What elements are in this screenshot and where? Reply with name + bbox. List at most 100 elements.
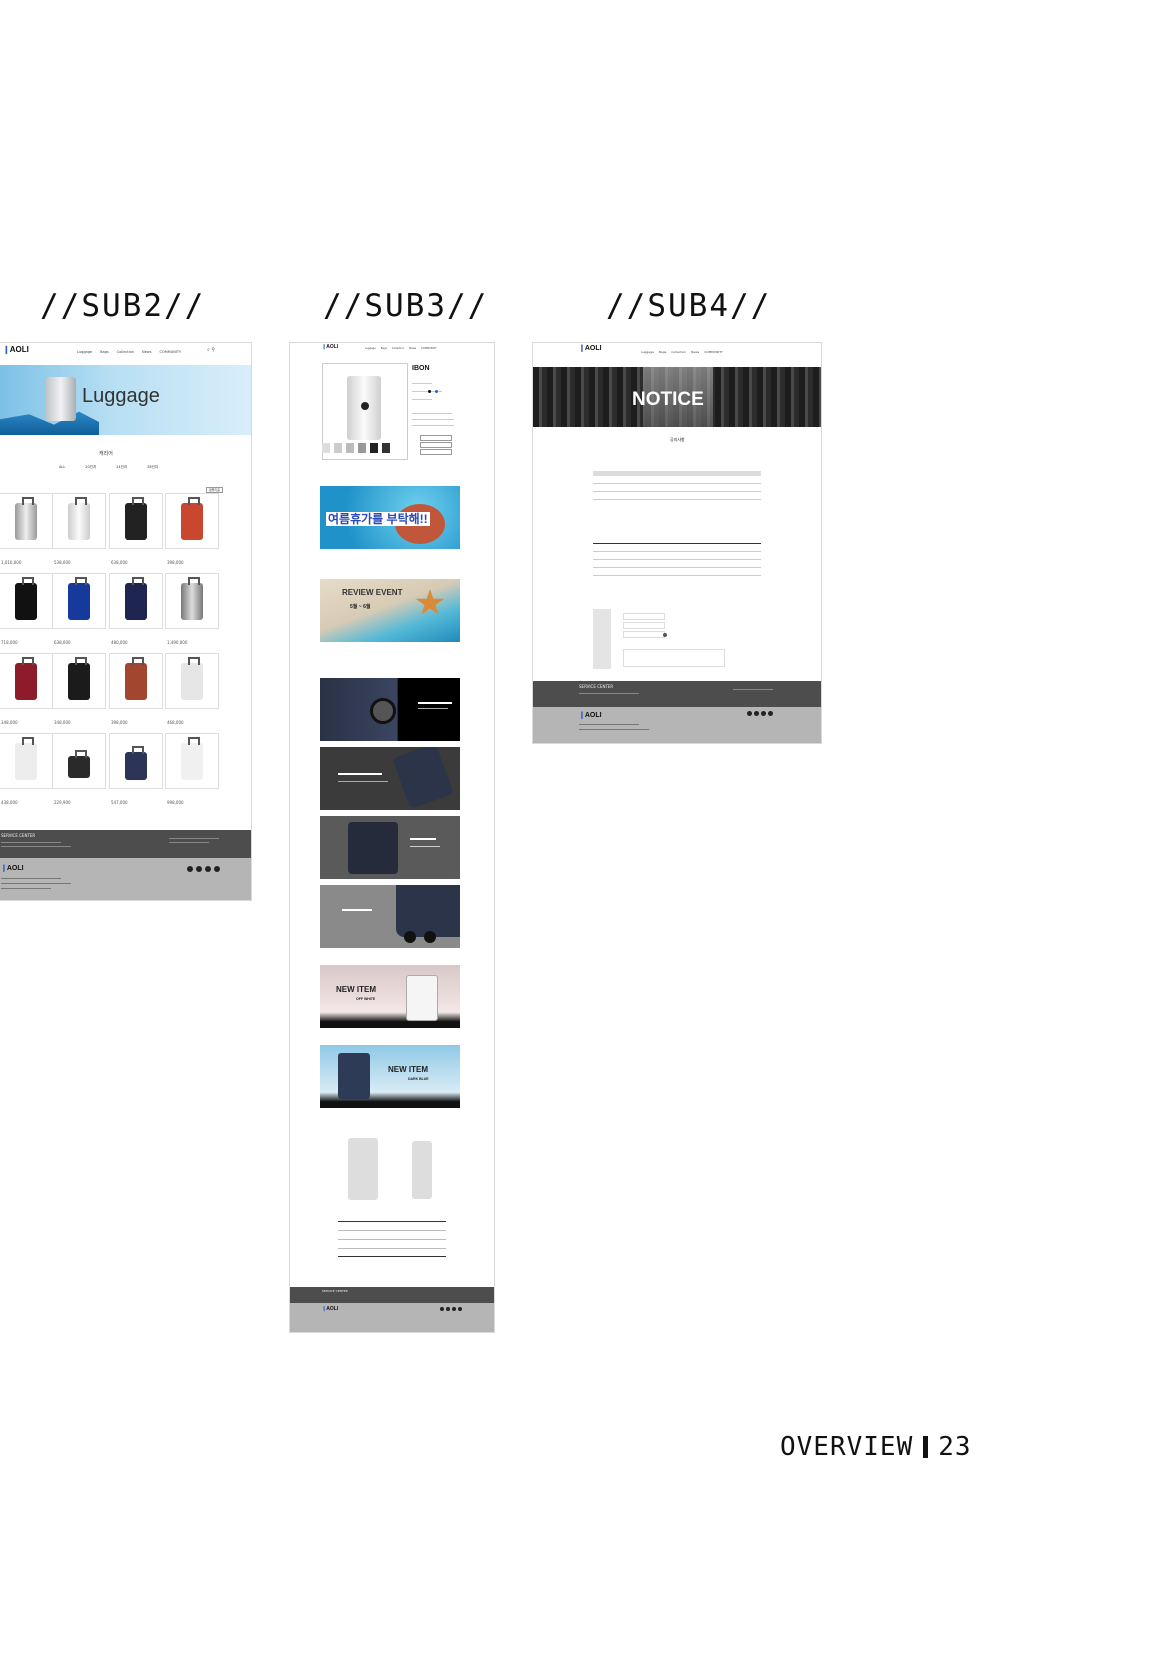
product-card[interactable] [109,733,163,789]
filter-tab[interactable]: 28인치 [147,465,158,470]
filter-tab[interactable]: ALL [59,465,65,470]
price: 348,000 [54,720,71,725]
price: 547,000 [111,800,128,805]
price: 468,000 [167,720,184,725]
product-card[interactable] [165,653,219,709]
price: 638,000 [111,560,128,565]
product-card[interactable] [52,493,106,549]
thumbnail[interactable] [322,443,330,453]
thumbnail[interactable] [382,443,390,453]
nav-item[interactable]: Luggage [77,350,92,354]
product-card[interactable] [0,573,53,629]
product-card[interactable] [165,733,219,789]
sub3-label: //SUB3// [323,288,489,324]
product-card[interactable] [0,493,53,549]
color-swatch[interactable] [428,390,431,393]
category-title: 캐리어 [99,451,113,457]
board-title: 공지사항 [670,437,685,442]
color-swatch[interactable] [435,390,438,393]
sub4-label: //SUB4// [606,288,772,324]
price: 480,000 [111,640,128,645]
sub2-footer-bottom: ❙AOLI [0,858,251,900]
search-icon[interactable]: ⌕ ⚲ [207,347,215,353]
page-number: 23 [938,1432,972,1462]
banner-detail-3 [320,816,460,879]
product-card[interactable] [109,653,163,709]
sub3-footer-bottom: ❙AOLI [290,1303,494,1332]
message-textarea[interactable] [623,649,725,667]
banner-title: NEW ITEM [388,1065,428,1074]
nav-item[interactable]: Collection [671,350,686,354]
sub2-footer: SERVICE CENTER [0,830,251,858]
banner-detail-2 [320,747,460,810]
nav-item[interactable]: Luggage [641,350,654,354]
price: 229,900 [54,800,71,805]
thumbnail[interactable] [370,443,378,453]
nav-item[interactable]: Luggage [365,347,376,350]
nav-item[interactable]: News [409,347,416,350]
nav-item[interactable]: COMMUNITY [159,350,181,354]
nav-item[interactable]: COMMUNITY [704,350,723,354]
product-card[interactable] [0,733,53,789]
nav-item[interactable]: Bags [659,350,666,354]
thumbnail[interactable] [358,443,366,453]
filter-tab[interactable]: 24인치 [116,465,127,470]
product-card[interactable] [165,493,219,549]
social-icons[interactable] [440,1307,462,1311]
social-icons[interactable] [187,866,220,872]
size-table [338,1221,446,1257]
price: 1,490,000 [167,640,188,645]
sub3-mockup: ❙AOLI Luggage Bags Collection News COMMU… [289,342,495,1333]
social-icons[interactable] [747,711,773,716]
footer-title: SERVICE CENTER [322,1289,348,1293]
nav-item[interactable]: News [691,350,699,354]
thumbnail[interactable] [346,443,354,453]
sub4-mockup: ❙AOLI Luggage Bags Collection News COMMU… [532,342,822,744]
form-field[interactable] [623,613,665,620]
product-card[interactable] [109,573,163,629]
banner-subtitle: DARK BLUE [408,1077,429,1081]
nav-item[interactable]: COMMUNITY [421,347,437,350]
nav-item[interactable]: Bags [381,347,387,350]
sub4-hero-title: NOTICE [632,389,704,410]
page-label: OVERVIEW [780,1432,914,1462]
thumbnail-strip [322,443,390,453]
form-field[interactable] [623,622,665,629]
thumbnail[interactable] [334,443,342,453]
product-card[interactable] [109,493,163,549]
price: 348,000 [1,720,18,725]
nav-item[interactable]: Bags [100,350,109,354]
sub3-logo: ❙AOLI [322,344,339,350]
product-card[interactable] [52,733,106,789]
product-card[interactable] [0,653,53,709]
banner-subtitle: OFF WHITE [356,997,376,1001]
size-diagram-front [348,1138,378,1200]
price: 718,000 [1,640,18,645]
price: 538,000 [54,560,71,565]
nav-item[interactable]: Collection [117,350,134,354]
product-card[interactable] [52,653,106,709]
faq-table [593,539,761,577]
form-field[interactable] [623,631,665,638]
filter-tabs: ALL 20인치 24인치 28인치 [59,465,158,470]
sub2-hero: Luggage [0,365,251,435]
sub3-footer: SERVICE CENTER [290,1287,494,1303]
sub2-hero-title: Luggage [82,385,160,407]
sub2-label: //SUB2// [40,288,206,324]
sub2-logo: ❙AOLI [3,345,29,354]
wishlist-button[interactable] [420,449,452,455]
sub2-nav: Luggage Bags Collection News COMMUNITY [77,345,181,359]
radio-button[interactable] [663,633,667,637]
nav-item[interactable]: News [142,350,151,354]
product-card[interactable] [165,573,219,629]
sub4-footer-bottom: ❙AOLI [533,707,821,743]
sub4-logo: ❙AOLI [579,345,602,352]
nav-item[interactable]: Collection [392,347,404,350]
product-card[interactable] [52,573,106,629]
banner-title: NEW ITEM [336,985,376,994]
filter-tab[interactable]: 20인치 [85,465,96,470]
buy-button[interactable] [420,435,452,441]
page-footer: OVERVIEW 23 [780,1432,972,1462]
cart-button[interactable] [420,442,452,448]
sub4-nav: Luggage Bags Collection News COMMUNITY [641,345,723,359]
